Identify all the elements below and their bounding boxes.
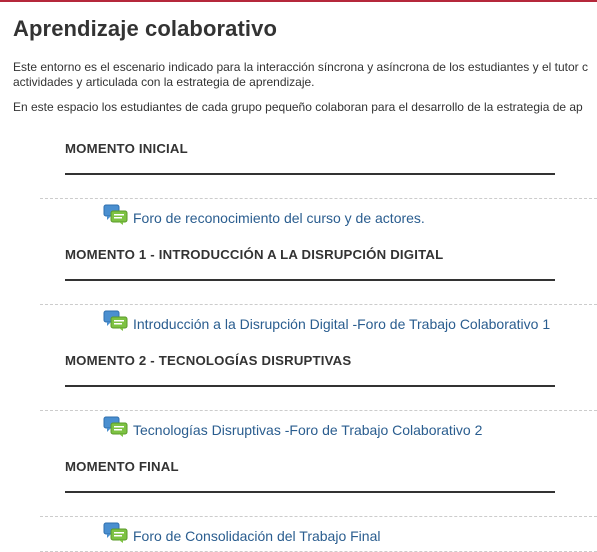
dashed-separator [40,516,597,517]
forum-icon [103,310,129,332]
intro-paragraph: Este entorno es el escenario indicado pa… [13,60,597,90]
section-heading: MOMENTO INICIAL [65,141,188,156]
section-heading: MOMENTO FINAL [65,459,179,474]
forum-link[interactable]: Foro de reconocimiento del curso y de ac… [133,210,425,226]
section-divider [65,385,555,387]
section-heading: MOMENTO 2 - TECNOLOGÍAS DISRUPTIVAS [65,353,352,368]
intro-line-2: actividades y articulada con la estrateg… [13,75,315,89]
dashed-separator [40,410,597,411]
section-divider [65,279,555,281]
dashed-separator [40,198,597,199]
forum-activity-reconocimiento[interactable]: Foro de reconocimiento del curso y de ac… [103,202,425,226]
top-accent-bar [0,0,597,2]
forum-activity-consolidacion[interactable]: Foro de Consolidación del Trabajo Final [103,520,380,544]
page-title: Aprendizaje colaborativo [13,16,278,41]
section-heading: MOMENTO 1 - INTRODUCCIÓN A LA DISRUPCIÓN… [65,247,444,262]
forum-icon [103,416,129,438]
dashed-separator [40,304,597,305]
forum-link[interactable]: Introducción a la Disrupción Digital -Fo… [133,316,550,332]
forum-link[interactable]: Tecnologías Disruptivas -Foro de Trabajo… [133,422,482,438]
section-divider [65,491,555,493]
section-divider [65,173,555,175]
intro-line-1: Este entorno es el escenario indicado pa… [13,60,588,74]
intro-paragraph-2: En este espacio los estudiantes de cada … [13,100,583,114]
forum-link[interactable]: Foro de Consolidación del Trabajo Final [133,528,380,544]
forum-activity-tecnologias[interactable]: Tecnologías Disruptivas -Foro de Trabajo… [103,414,482,438]
forum-activity-introduccion[interactable]: Introducción a la Disrupción Digital -Fo… [103,308,550,332]
forum-icon [103,522,129,544]
forum-icon [103,204,129,226]
